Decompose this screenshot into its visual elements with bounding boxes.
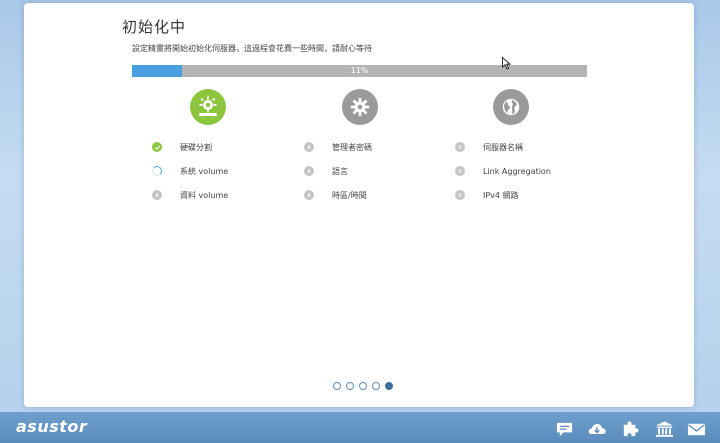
- chevron-right-icon: [304, 166, 314, 176]
- chat-icon[interactable]: [554, 420, 574, 438]
- step-label: 系統 volume: [180, 166, 229, 176]
- puzzle-icon[interactable]: [620, 420, 640, 438]
- page-dot-4[interactable]: [372, 382, 380, 390]
- step-label: 伺服器名稱: [483, 142, 523, 152]
- step-server-name: 伺服器名稱: [455, 141, 523, 153]
- library-icon[interactable]: [654, 420, 674, 438]
- step-label: 語言: [332, 166, 348, 176]
- chevron-right-icon: [455, 142, 465, 152]
- cloud-download-icon[interactable]: [587, 420, 607, 438]
- step-label: 資料 volume: [180, 190, 229, 200]
- page-indicator: [333, 382, 393, 390]
- chevron-right-icon: [304, 190, 314, 200]
- step-timezone: 時區/時間: [304, 189, 367, 201]
- step-label: 管理者密碼: [332, 142, 372, 152]
- step-ipv4-network: IPv4 網路: [455, 189, 519, 201]
- page-dot-1[interactable]: [333, 382, 341, 390]
- page-subtitle: 設定精靈將開始初始化伺服器，這過程會花費一些時間，請耐心等待: [132, 44, 372, 53]
- page-title: 初始化中: [122, 18, 187, 36]
- spinner-icon: [152, 166, 162, 176]
- footer-bar: asustor: [0, 412, 720, 443]
- page-dot-2[interactable]: [346, 382, 354, 390]
- page-dot-3[interactable]: [359, 382, 367, 390]
- page-dot-5[interactable]: [385, 382, 393, 390]
- mouse-cursor-icon: [502, 55, 512, 74]
- step-link-aggregation: Link Aggregation: [455, 165, 551, 177]
- asustor-logo: asustor: [16, 417, 88, 436]
- init-progress-bar: 11%: [132, 65, 587, 77]
- chevron-right-icon: [455, 166, 465, 176]
- step-disk-partition: 硬碟分割: [152, 141, 212, 153]
- step-label: 硬碟分割: [180, 142, 212, 152]
- check-icon: [152, 142, 162, 152]
- step-label: IPv4 網路: [483, 190, 519, 200]
- chevron-right-icon: [455, 190, 465, 200]
- step-language: 語言: [304, 165, 348, 177]
- mail-icon[interactable]: [686, 420, 706, 438]
- step-label: 時區/時間: [332, 190, 367, 200]
- gear-icon: [342, 89, 378, 125]
- setup-wizard-card: 初始化中 設定精靈將開始初始化伺服器，這過程會花費一些時間，請耐心等待 11%: [24, 3, 694, 407]
- gear-monitor-icon: [190, 89, 226, 125]
- chevron-right-icon: [304, 142, 314, 152]
- globe-icon: [493, 89, 529, 125]
- progress-label: 11%: [350, 66, 369, 75]
- step-data-volume: 資料 volume: [152, 189, 228, 201]
- step-label: Link Aggregation: [483, 166, 551, 176]
- chevron-right-icon: [152, 190, 162, 200]
- step-system-volume: 系統 volume: [152, 165, 228, 177]
- step-admin-password: 管理者密碼: [304, 141, 372, 153]
